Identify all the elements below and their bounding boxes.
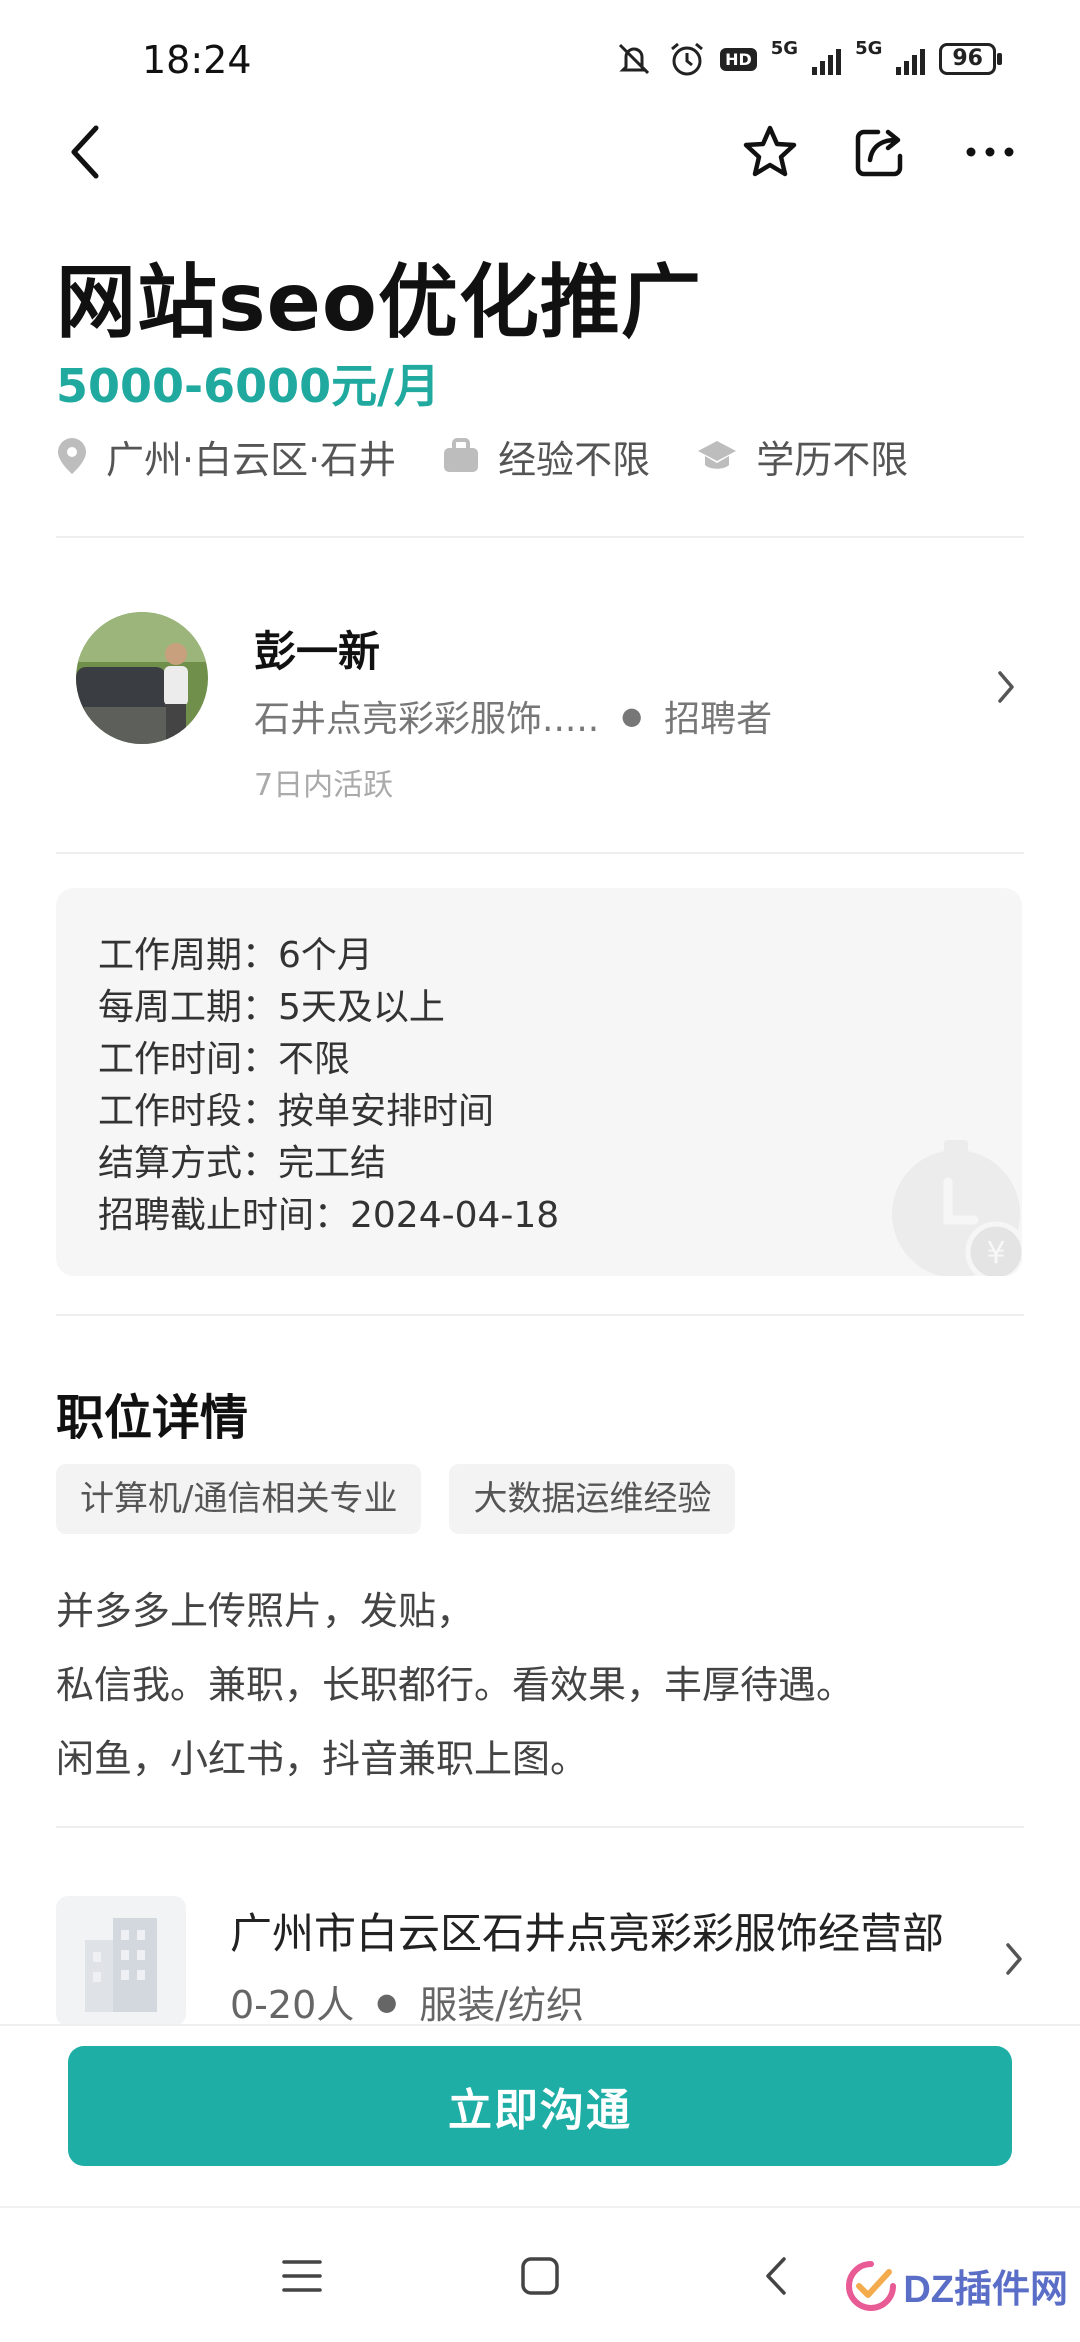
hd-badge: HD: [720, 47, 757, 71]
share-icon: [855, 129, 903, 177]
briefcase-icon: [444, 438, 479, 472]
section-title-details: 职位详情: [56, 1390, 249, 1446]
chevron-right-icon: [1006, 1943, 1022, 1975]
work-period: 工作周期：6个月: [98, 935, 373, 976]
job-meta: 广州·白云区·石井 经验不限 学历不限: [56, 428, 954, 484]
network-type-1: 5G: [770, 38, 799, 59]
location-item: 广州·白云区·石井: [56, 429, 396, 484]
clock-yen-icon: ¥: [892, 1140, 1022, 1276]
building-icon: [85, 1918, 157, 2012]
job-description: 并多多上传照片，发贴， 私信我。兼职，长职都行。看效果，丰厚待遇。 闲鱼，小红书…: [56, 1574, 854, 1796]
favorite-button[interactable]: [730, 112, 810, 192]
svg-text:¥: ¥: [986, 1236, 1005, 1271]
recruiter-avatar[interactable]: [76, 612, 208, 744]
divider: [56, 852, 1024, 854]
company-size: 0-20人: [230, 1983, 355, 2027]
home-button[interactable]: [500, 2246, 580, 2306]
graduation-cap-icon: [698, 441, 737, 469]
job-title: 网站seo优化推广: [56, 256, 702, 349]
divider: [56, 1826, 1024, 1828]
watermark-logo-icon: [846, 2260, 897, 2311]
chat-now-button[interactable]: 立即沟通: [68, 2046, 1012, 2166]
work-info-card: 工作周期：6个月 每周工期：5天及以上 工作时间：不限 工作时段：按单安排时间 …: [56, 888, 1022, 1276]
location-text: 广州·白云区·石井: [106, 437, 397, 482]
signal-icon: [812, 43, 842, 75]
deadline: 招聘截止时间：2024-04-18: [98, 1195, 560, 1236]
watermark: DZ插件网: [845, 2258, 1068, 2313]
company-industry: 服装/纺织: [419, 1983, 585, 2027]
company-chevron: [1004, 1942, 1024, 1980]
alarm-icon: [671, 42, 704, 76]
weekly-days: 每周工期：5天及以上: [98, 987, 445, 1028]
chevron-left-icon: [71, 125, 99, 179]
watermark-text: DZ插件网: [903, 2269, 1068, 2311]
location-pin-icon: [58, 438, 86, 474]
signal-icon-2: [896, 43, 926, 75]
back-button[interactable]: [46, 112, 126, 192]
experience-item: 经验不限: [442, 429, 650, 484]
star-icon: [743, 125, 797, 177]
chevron-right-icon: [998, 671, 1014, 703]
back-arrow-icon: [766, 2257, 786, 2295]
share-button[interactable]: [840, 112, 920, 192]
work-info-list: 工作周期：6个月 每周工期：5天及以上 工作时间：不限 工作时段：按单安排时间 …: [98, 930, 559, 1242]
description-line: 私信我。兼职，长职都行。看效果，丰厚待遇。: [56, 1663, 855, 1707]
recruiter-info: 石井点亮彩彩服饰..... ● 招聘者: [254, 690, 772, 742]
recruiter-company: 石井点亮彩彩服饰.....: [254, 699, 600, 740]
settlement: 结算方式：完工结: [98, 1143, 387, 1184]
company-name: 广州市白云区石井点亮彩彩服饰经营部: [230, 1909, 945, 1958]
skill-tag: 大数据运维经验: [449, 1464, 736, 1534]
home-square-icon: [521, 2257, 559, 2295]
skill-tags: 计算机/通信相关专业 大数据运维经验: [56, 1464, 736, 1534]
education-item: 学历不限: [696, 429, 908, 484]
divider: [56, 536, 1024, 538]
work-slot: 工作时段：按单安排时间: [98, 1091, 495, 1132]
system-back-button[interactable]: [736, 2246, 816, 2306]
divider: [56, 1314, 1024, 1316]
work-hours: 工作时间：不限: [98, 1039, 351, 1080]
description-line: 闲鱼，小红书，抖音兼职上图。: [56, 1737, 589, 1781]
company-info: 0-20人 ● 服装/纺织: [230, 1974, 584, 2029]
description-line: 并多多上传照片，发贴，: [56, 1589, 475, 1633]
recruiter-chevron: [996, 670, 1016, 708]
menu-icon: [282, 2260, 322, 2292]
status-icons: HD 5G 5G 96: [614, 38, 1002, 78]
more-horizontal-icon: [966, 147, 1014, 157]
skill-tag: 计算机/通信相关专业: [56, 1464, 422, 1534]
separator-dot: ●: [376, 1987, 398, 2016]
salary: 5000-6000元/月: [56, 359, 440, 413]
experience-text: 经验不限: [498, 437, 651, 482]
recruiter-active-status: 7日内活跃: [254, 768, 394, 803]
network-type-2: 5G: [855, 38, 883, 59]
recruiter-role: 招聘者: [664, 699, 773, 740]
mute-icon: [619, 43, 650, 75]
status-time: 18:24: [142, 38, 252, 82]
recruiter-name: 彭一新: [254, 627, 381, 676]
recent-apps-button[interactable]: [262, 2246, 342, 2306]
company-logo: [56, 1896, 186, 2026]
education-text: 学历不限: [756, 437, 909, 482]
separator-dot: ●: [621, 702, 643, 730]
battery-indicator: 96: [939, 43, 1002, 75]
more-button[interactable]: [950, 112, 1030, 192]
